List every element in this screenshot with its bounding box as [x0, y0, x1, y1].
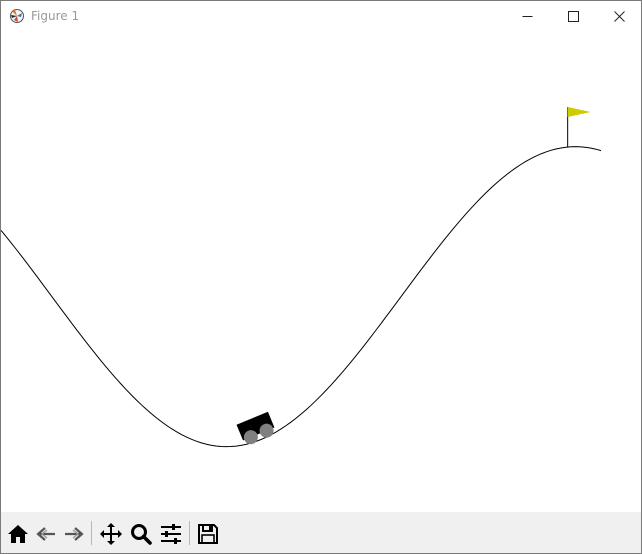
zoom-button[interactable] [128, 521, 154, 547]
close-icon [613, 11, 625, 22]
flag-cloth [567, 107, 591, 118]
close-button[interactable] [596, 1, 642, 32]
zoom-magnifier-icon [131, 524, 152, 545]
save-floppy-icon [198, 524, 218, 544]
render-canvas[interactable] [0, 32, 641, 512]
title-bar[interactable]: Figure 1 [1, 1, 641, 32]
forward-button[interactable] [61, 521, 87, 547]
save-button[interactable] [195, 521, 221, 547]
maximize-button[interactable] [550, 1, 596, 32]
home-icon [8, 525, 28, 543]
toolbar-separator [91, 521, 92, 545]
configure-subplots-button[interactable] [158, 521, 184, 547]
home-button[interactable] [5, 521, 31, 547]
sliders-icon [161, 524, 181, 544]
minimize-button[interactable] [504, 1, 550, 32]
mountain-track [0, 146, 602, 448]
forward-arrow-icon [65, 527, 84, 541]
minimize-icon [522, 16, 532, 17]
pan-button[interactable] [98, 521, 124, 547]
back-button[interactable] [33, 521, 59, 547]
goal-flag [567, 107, 591, 148]
toolbar-separator [189, 521, 190, 545]
matplotlib-figure-icon [9, 8, 25, 24]
back-arrow-icon [36, 527, 55, 541]
pan-move-icon [100, 523, 122, 545]
navigation-toolbar [1, 512, 641, 553]
maximize-icon [567, 11, 579, 22]
mountain-car-scene [0, 107, 602, 448]
figure-window: Figure 1 [0, 0, 642, 554]
window-title: Figure 1 [31, 9, 80, 23]
